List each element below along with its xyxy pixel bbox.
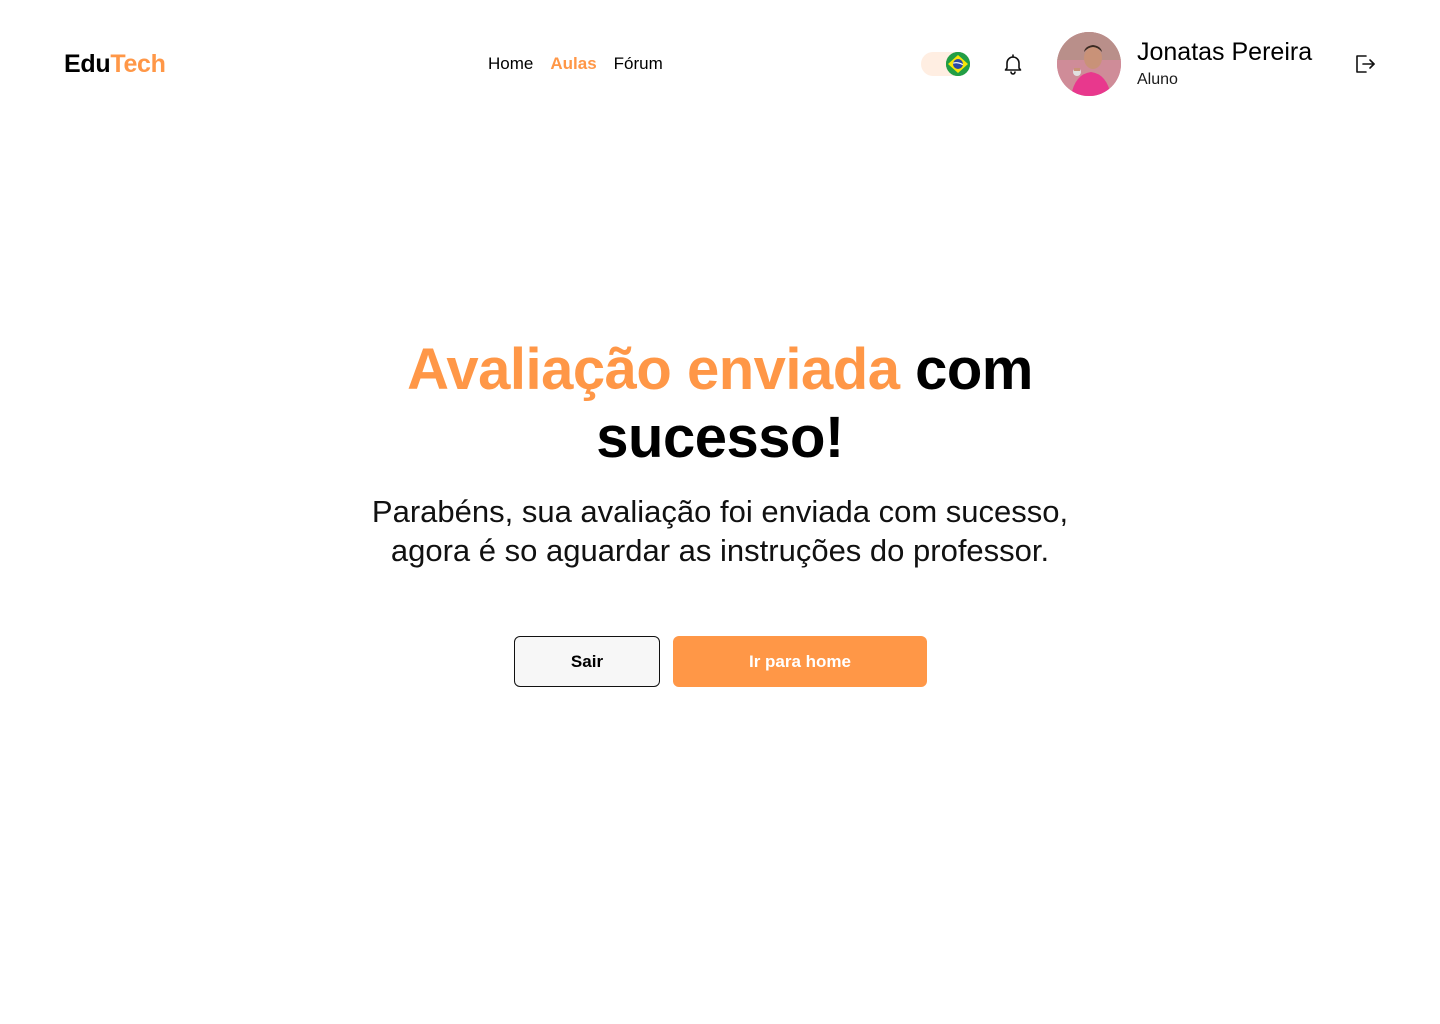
nav-item-home[interactable]: Home bbox=[488, 54, 533, 74]
success-message-section: Avaliação enviada com sucesso! Parabéns,… bbox=[320, 336, 1120, 570]
main-nav: Home Aulas Fórum bbox=[488, 54, 663, 74]
success-subtitle: Parabéns, sua avaliação foi enviada com … bbox=[371, 494, 1069, 568]
logo-text-tech: Tech bbox=[110, 50, 166, 78]
page-title: Avaliação enviada com sucesso! bbox=[320, 336, 1120, 472]
exit-button[interactable]: Sair bbox=[514, 636, 660, 687]
nav-item-aulas[interactable]: Aulas bbox=[550, 54, 596, 74]
headline-accent: Avaliação enviada bbox=[407, 337, 900, 402]
language-toggle[interactable] bbox=[921, 52, 970, 76]
logo-text-edu: Edu bbox=[64, 50, 111, 78]
avatar[interactable] bbox=[1057, 32, 1121, 96]
logout-icon[interactable] bbox=[1353, 52, 1377, 76]
user-role: Aluno bbox=[1137, 71, 1178, 88]
user-name: Jonatas Pereira bbox=[1137, 38, 1313, 66]
bell-icon[interactable] bbox=[1001, 52, 1025, 76]
brazil-flag-icon bbox=[946, 52, 970, 76]
edutech-logo[interactable]: EduTech bbox=[64, 50, 166, 79]
go-home-button[interactable]: Ir para home bbox=[673, 636, 927, 687]
nav-item-forum[interactable]: Fórum bbox=[614, 54, 663, 74]
action-buttons: Sair Ir para home bbox=[514, 636, 927, 687]
top-header: EduTech Home Aulas Fórum Jonatas Pereira… bbox=[0, 0, 1440, 128]
